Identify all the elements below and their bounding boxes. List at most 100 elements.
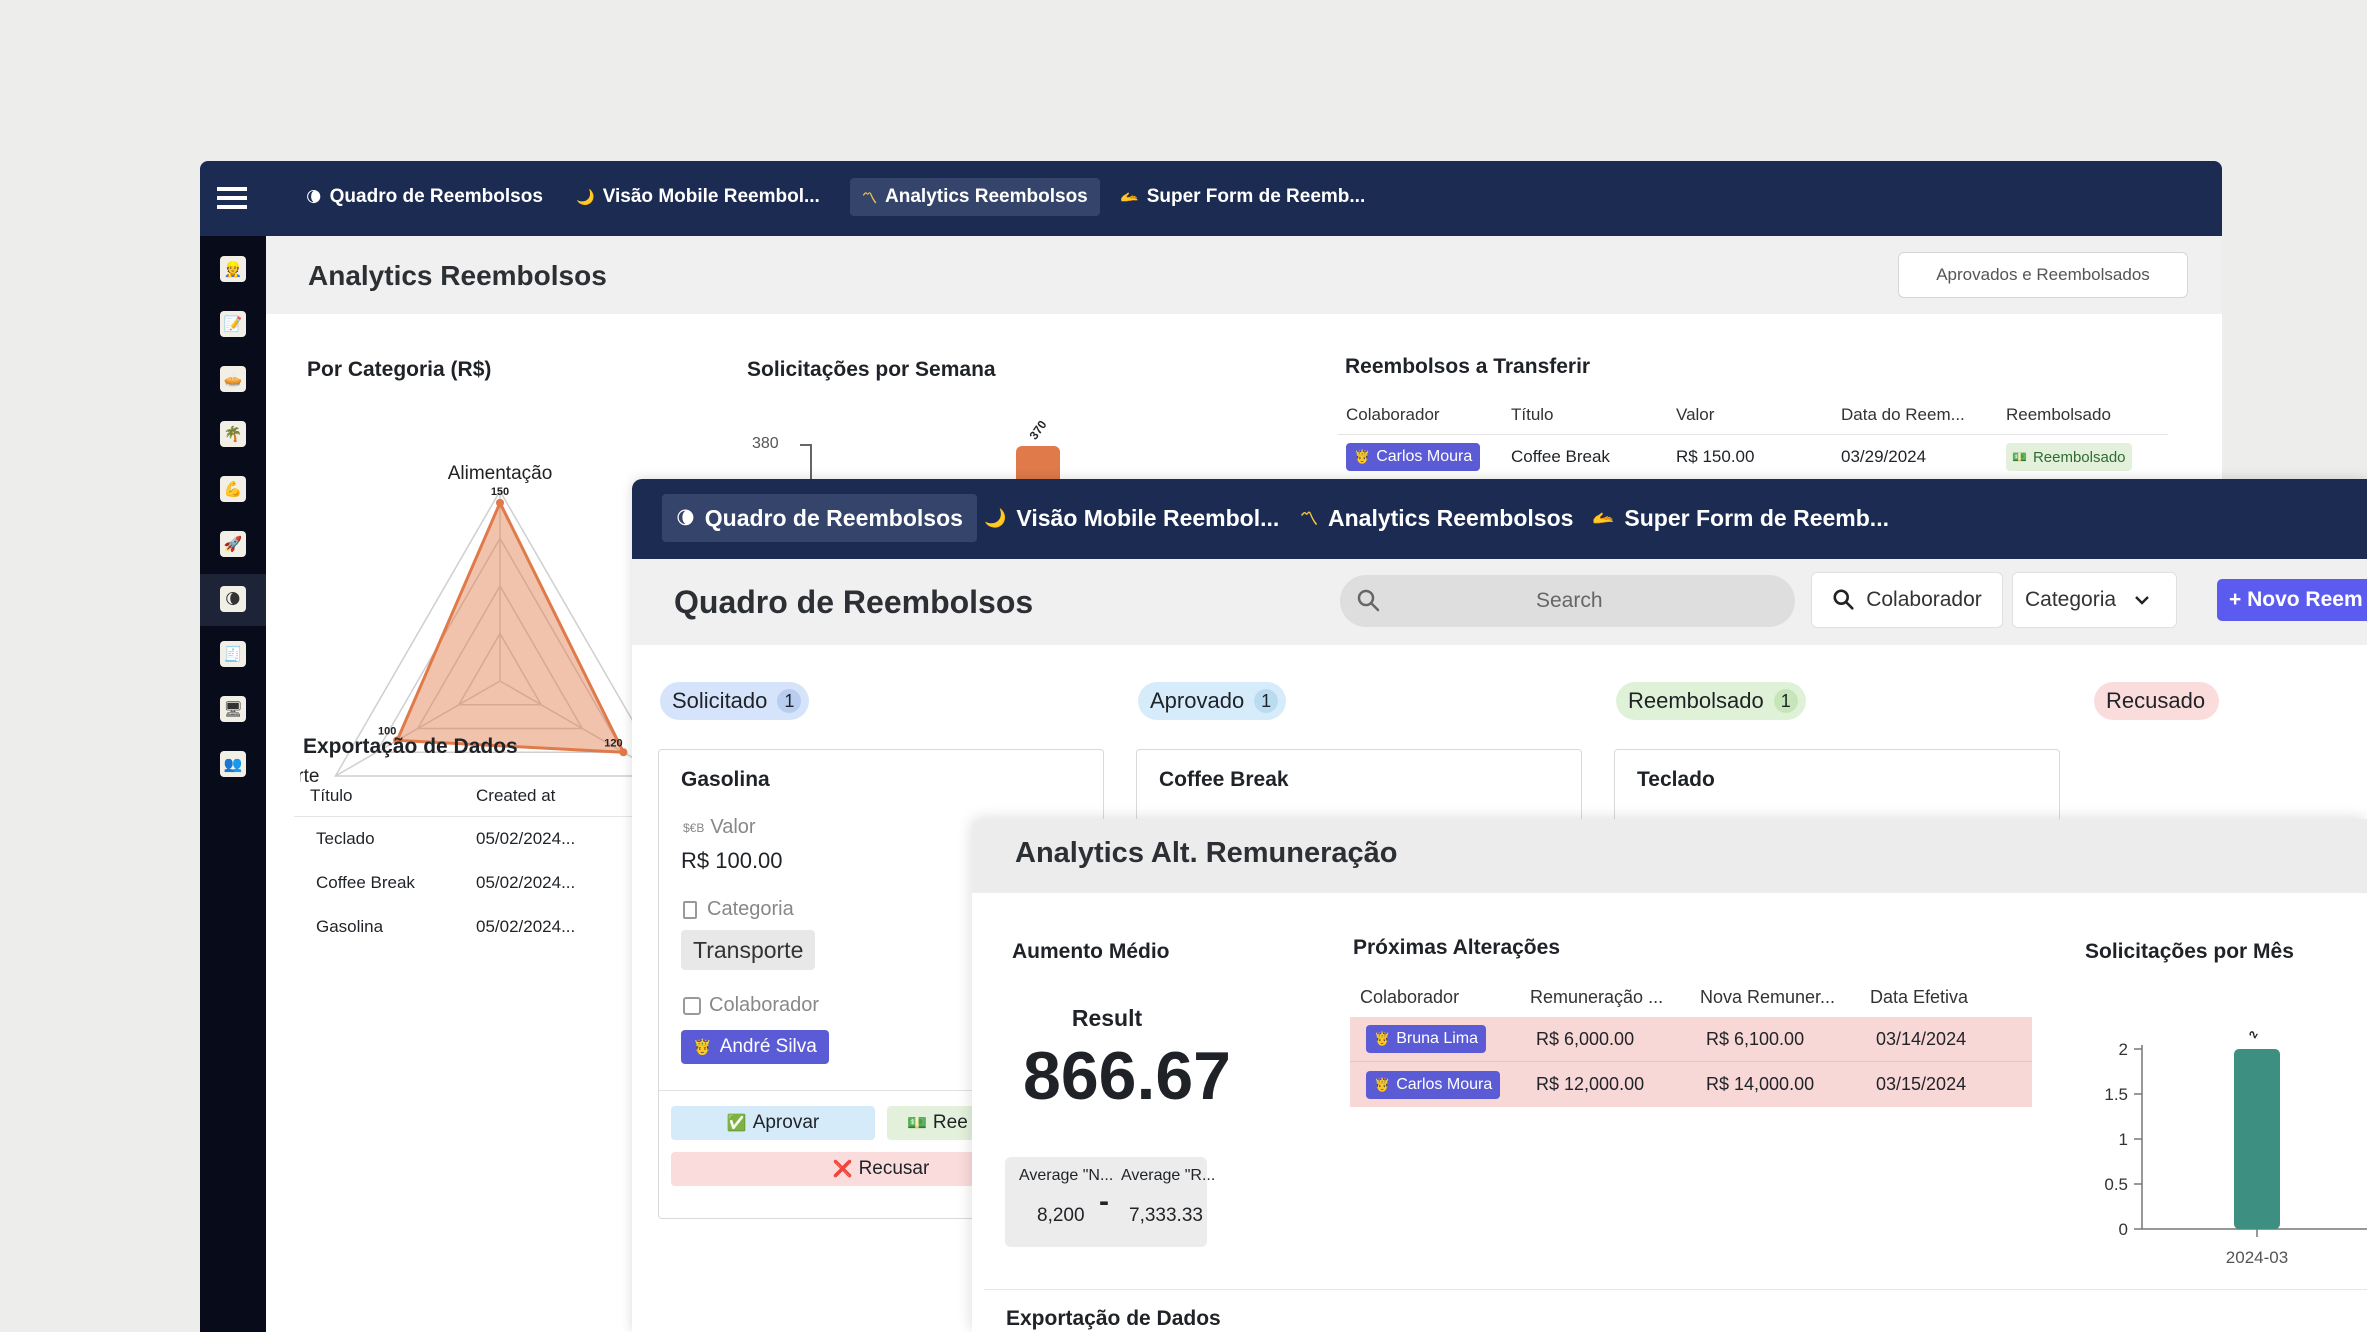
col-created: Created at [476, 785, 556, 805]
search-icon [1357, 589, 1380, 612]
search-placeholder: Search [1536, 589, 1603, 612]
monthly-chart-title: Solicitações por Mês [2085, 940, 2294, 963]
rocket-icon[interactable]: 🚀 [220, 531, 246, 557]
crescent-moon-icon: 🌙 [984, 507, 1007, 528]
col-valor: Valor [1676, 404, 1715, 424]
y-tick-label: 1.5 [2104, 1085, 2128, 1104]
memo-icon[interactable]: 📝 [220, 311, 246, 337]
new-reimbursement-button[interactable]: + Novo Reem [2217, 579, 2367, 621]
cell-created: 05/02/2024... [476, 917, 576, 936]
export-divider [984, 1289, 2367, 1290]
muscle-icon[interactable]: 💪 [220, 476, 246, 502]
radar-point [619, 748, 628, 757]
search-input[interactable]: Search [1340, 575, 1795, 627]
hand-icon: 🫴 [1120, 189, 1139, 206]
page-title: Quadro de Reembolsos [674, 584, 1034, 620]
cell-colaborador: 🤴 Bruna Lima [1350, 1025, 1520, 1053]
column-label: Reembolsado [1628, 688, 1764, 713]
col-titulo: Título [1511, 404, 1554, 424]
table-row[interactable]: 🤴 Carlos Moura R$ 12,000.00 R$ 14,000.00… [1350, 1062, 2032, 1107]
column-label: Recusado [2106, 688, 2206, 713]
col-colaborador: Colaborador [1360, 986, 1460, 1007]
receipt-icon[interactable]: 🧾 [220, 641, 246, 667]
button-label: Recusar [858, 1158, 930, 1179]
app-sidebar: 👷 📝 🥧 🌴 💪 🚀 🌘 🧾 🖥 👥 [200, 236, 266, 1332]
y-tick-label: 0 [2119, 1220, 2128, 1239]
tab-quadro-reembolsos[interactable]: 🌘 Quadro de Reembolsos [296, 178, 553, 216]
tab-label: Super Form de Reemb... [1146, 186, 1366, 207]
analytics-remuneracao-window: Analytics Alt. Remuneração Aumento Médio… [972, 819, 2367, 1332]
cell-titulo: Gasolina [316, 917, 384, 936]
weekly-ytick: 380 [752, 435, 779, 452]
chart-line-icon: 〽 [1300, 509, 1318, 529]
avatar-chip[interactable]: 🤴 Bruna Lima [1366, 1025, 1487, 1053]
page-header: Quadro de Reembolsos Search Colaborador … [632, 559, 2367, 645]
page-header: Analytics Alt. Remuneração [972, 819, 2367, 893]
menu-icon[interactable] [217, 187, 247, 211]
avatar-chip[interactable]: 🤴 Carlos Moura [1346, 443, 1481, 471]
col-nova-remuneracao: Nova Remuner... [1700, 986, 1836, 1007]
col-titulo: Título [310, 785, 353, 805]
tab-visao-mobile[interactable]: 🌙 Visão Mobile Reembol... [566, 178, 830, 216]
col-reembolsado: Reembolsado [2006, 404, 2111, 424]
table-row[interactable]: 🤴 Carlos Moura Coffee Break R$ 150.00 03… [1338, 435, 2168, 479]
filter-button[interactable]: Aprovados e Reembolsados [1898, 252, 2188, 298]
table-row[interactable]: 🤴 Bruna Lima R$ 6,000.00 R$ 6,100.00 03/… [1350, 1017, 2032, 1062]
avatar-chip[interactable]: 🤴 Carlos Moura [1366, 1070, 1501, 1099]
crescent-moon-icon: 🌙 [576, 189, 595, 206]
card-title: Teclado [1637, 768, 1715, 791]
pie-icon[interactable]: 🥧 [220, 366, 246, 392]
tab-quadro-reembolsos[interactable]: 🌘 Quadro de Reembolsos [662, 494, 977, 542]
cell-data: 03/15/2024 [1876, 1074, 1967, 1094]
categoria-select[interactable]: Categoria [2012, 572, 2177, 628]
column-label: Solicitado [672, 688, 768, 713]
hand-icon: 🫴 [1592, 507, 1615, 528]
export-title: Exportação de Dados [1006, 1307, 1221, 1330]
col-data: Data do Reem... [1841, 404, 1965, 424]
left-average-label: Average "N... [1019, 1167, 1114, 1184]
approve-button[interactable]: ✅ Aprovar [671, 1106, 875, 1140]
colaborador-name: André Silva [719, 1036, 817, 1057]
proximas-title: Próximas Alterações [1353, 936, 1560, 959]
relation-icon [683, 996, 701, 1015]
cell-valor: R$ 150.00 [1676, 447, 1755, 466]
y-tick-label: 0.5 [2104, 1175, 2128, 1194]
x-tick-label: 2024-03 [2226, 1248, 2288, 1267]
cell-titulo: Teclado [316, 829, 375, 848]
kanban-card-teclado[interactable]: Teclado [1614, 749, 2060, 829]
tab-visao-mobile[interactable]: 🌙 Visão Mobile Reembol... [974, 494, 1289, 542]
proximas-table: Colaborador Remuneração ... Nova Remuner… [1350, 977, 2032, 1107]
tab-analytics-reembolsos[interactable]: 〽 Analytics Reembolsos [850, 178, 1100, 216]
cell-created: 05/02/2024... [476, 829, 576, 848]
computer-icon[interactable]: 🖥 [220, 696, 246, 722]
kanban-card-coffee-break[interactable]: Coffee Break [1136, 749, 1582, 829]
moon-icon[interactable]: 🌘 [220, 586, 246, 612]
people-icon[interactable]: 👥 [220, 751, 246, 777]
colaborador-filter[interactable]: Colaborador [1811, 572, 2003, 628]
worker-icon[interactable]: 👷 [220, 256, 246, 282]
palm-tree-icon[interactable]: 🌴 [220, 421, 246, 447]
col-colaborador: Colaborador [1346, 404, 1440, 424]
tab-label: Visão Mobile Reembol... [602, 186, 820, 207]
tab-super-form[interactable]: 🫴 Super Form de Reemb... [1110, 178, 1375, 216]
label-text: Valor [710, 816, 756, 838]
cell-nova: R$ 14,000.00 [1706, 1074, 1815, 1094]
money-icon: 💵 [2012, 450, 2027, 464]
currency-icon: $€B [683, 820, 705, 835]
export-title: Exportação de Dados [303, 735, 518, 758]
column-reembolsado: Reembolsado 1 [1616, 682, 1806, 720]
chevron-down-icon [2135, 596, 2149, 605]
tab-analytics-reembolsos[interactable]: 〽 Analytics Reembolsos [1290, 494, 1583, 542]
avatar-chip[interactable]: 🤴 André Silva [681, 1030, 829, 1064]
document-icon [683, 900, 697, 919]
moon-icon: 🌘 [676, 507, 695, 528]
proximas-header: Colaborador Remuneração ... Nova Remuner… [1350, 977, 2032, 1017]
categoria-field-label: Categoria [683, 898, 794, 921]
categoria-select-label: Categoria [2025, 588, 2117, 611]
bar-data-label: 2 [2247, 1029, 2260, 1040]
cell-remuneracao: R$ 12,000.00 [1536, 1074, 1645, 1094]
transfer-header: Colaborador Título Valor Data do Reem...… [1338, 395, 2168, 435]
tab-super-form[interactable]: 🫴 Super Form de Reemb... [1582, 494, 1899, 542]
result-label: Result [1071, 1005, 1143, 1031]
cell-remuneracao: R$ 6,000.00 [1536, 1028, 1635, 1049]
